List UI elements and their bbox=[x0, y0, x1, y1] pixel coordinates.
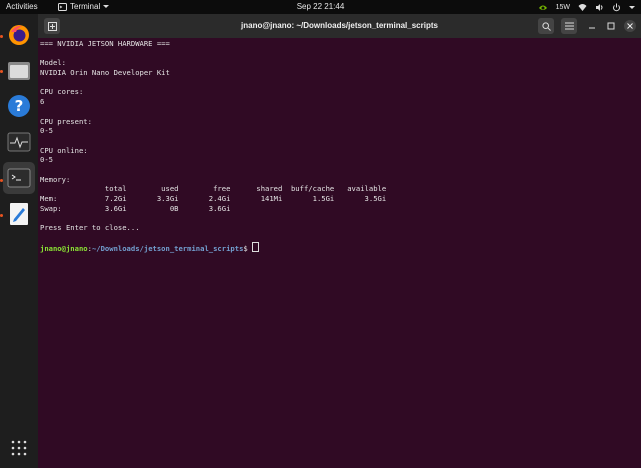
text-cursor bbox=[252, 242, 260, 253]
output-line: Model: bbox=[40, 58, 66, 68]
nvidia-icon[interactable] bbox=[538, 3, 548, 12]
menu-button[interactable] bbox=[561, 18, 577, 34]
clock[interactable]: Sep 22 21:44 bbox=[297, 2, 345, 11]
folder-icon bbox=[8, 62, 30, 80]
minimize-icon bbox=[589, 27, 595, 29]
close-button[interactable] bbox=[624, 20, 636, 32]
chevron-down-icon bbox=[103, 5, 110, 8]
apps-grid-icon bbox=[11, 440, 27, 456]
prompt-user: jnano@jnano bbox=[40, 244, 88, 254]
search-button[interactable] bbox=[538, 18, 554, 34]
chevron-down-icon bbox=[629, 5, 635, 9]
maximize-icon bbox=[607, 22, 615, 30]
terminal-window: jnano@jnano: ~/Downloads/jetson_terminal… bbox=[38, 14, 641, 468]
power-icon bbox=[613, 3, 620, 11]
output-line: Press Enter to close... bbox=[40, 223, 140, 233]
files-icon[interactable] bbox=[3, 54, 35, 86]
output-line: Memory: bbox=[40, 174, 71, 184]
output-line: CPU online: bbox=[40, 145, 88, 155]
title-bar[interactable]: jnano@jnano: ~/Downloads/jetson_terminal… bbox=[38, 14, 641, 38]
output-line: CPU cores: bbox=[40, 87, 84, 97]
new-tab-button[interactable] bbox=[44, 18, 60, 34]
help-icon: ? bbox=[8, 95, 30, 117]
terminal-output[interactable]: === NVIDIA JETSON HARDWARE === Model: NV… bbox=[38, 39, 641, 468]
system-tray[interactable]: 15W bbox=[538, 1, 635, 13]
svg-text:?: ? bbox=[15, 97, 24, 115]
output-line: Swap: 3.6Gi 0B 3.6Gi bbox=[40, 203, 231, 213]
terminal-icon bbox=[7, 168, 31, 188]
output-line: Mem: 7.2Gi 3.3Gi 2.4Gi 141Mi 1.5Gi 3.5Gi bbox=[40, 194, 387, 203]
output-line: NVIDIA Orin Nano Developer Kit bbox=[40, 68, 170, 78]
terminal-app-icon bbox=[58, 2, 67, 11]
new-tab-icon bbox=[47, 21, 57, 31]
output-line: 0-5 bbox=[40, 155, 53, 165]
system-monitor-icon bbox=[7, 132, 31, 152]
text-editor-icon bbox=[10, 203, 28, 225]
output-line: === NVIDIA JETSON HARDWARE === bbox=[40, 39, 170, 48]
prompt-symbol: $ bbox=[243, 244, 253, 254]
output-line: CPU present: bbox=[40, 116, 92, 126]
dock: ? bbox=[0, 14, 38, 468]
activities-button[interactable]: Activities bbox=[6, 2, 38, 11]
top-bar: Activities Terminal Sep 22 21:44 15W bbox=[0, 0, 641, 14]
text-editor-icon[interactable] bbox=[3, 198, 35, 230]
close-icon bbox=[627, 23, 633, 29]
app-menu[interactable]: Terminal bbox=[58, 2, 110, 11]
search-icon bbox=[541, 21, 551, 31]
system-monitor-icon[interactable] bbox=[3, 126, 35, 158]
power-mode[interactable]: 15W bbox=[556, 4, 570, 11]
output-line: 0-5 bbox=[40, 126, 53, 136]
shell-prompt[interactable]: jnano@jnano:~/Downloads/jetson_terminal_… bbox=[40, 242, 641, 254]
minimize-button[interactable] bbox=[586, 20, 598, 32]
output-line: total used free shared buff/cache availa… bbox=[40, 184, 387, 194]
volume-icon bbox=[596, 3, 603, 11]
output-line: 6 bbox=[40, 97, 45, 107]
maximize-button[interactable] bbox=[605, 20, 617, 32]
power-mode-label: 15W bbox=[555, 3, 570, 11]
firefox-icon bbox=[9, 25, 29, 45]
wifi-icon bbox=[578, 3, 587, 11]
help-icon[interactable]: ? bbox=[3, 90, 35, 122]
prompt-path: ~/Downloads/jetson_terminal_scripts bbox=[91, 244, 244, 254]
hamburger-menu-icon bbox=[564, 22, 574, 30]
apps-grid-icon[interactable] bbox=[3, 432, 35, 464]
app-menu-label: Terminal bbox=[70, 2, 101, 11]
firefox-icon[interactable] bbox=[3, 19, 35, 51]
terminal-icon[interactable] bbox=[3, 162, 35, 194]
